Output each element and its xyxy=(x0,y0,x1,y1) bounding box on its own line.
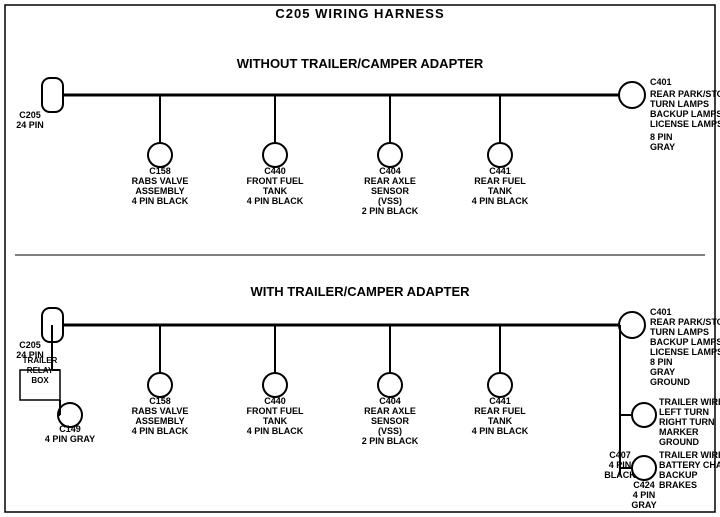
svg-text:C401: C401 xyxy=(650,307,672,317)
svg-text:GRAY: GRAY xyxy=(631,500,656,510)
svg-text:C401: C401 xyxy=(650,77,672,87)
svg-text:4 PIN BLACK: 4 PIN BLACK xyxy=(472,426,529,436)
svg-text:4 PIN BLACK: 4 PIN BLACK xyxy=(247,196,304,206)
svg-text:C404: C404 xyxy=(379,166,401,176)
svg-text:4 PIN BLACK: 4 PIN BLACK xyxy=(132,426,189,436)
svg-text:C158: C158 xyxy=(149,166,171,176)
section1-label: WITHOUT TRAILER/CAMPER ADAPTER xyxy=(237,56,484,71)
svg-text:BACKUP: BACKUP xyxy=(659,470,698,480)
svg-text:ASSEMBLY: ASSEMBLY xyxy=(135,416,184,426)
wiring-diagram: WITHOUT TRAILER/CAMPER ADAPTER C205 24 P… xyxy=(0,0,720,517)
svg-text:GROUND: GROUND xyxy=(650,377,690,387)
svg-text:TANK: TANK xyxy=(488,416,513,426)
svg-text:BACKUP LAMPS: BACKUP LAMPS xyxy=(650,109,720,119)
svg-text:LICENSE LAMPS: LICENSE LAMPS xyxy=(650,119,720,129)
svg-text:C158: C158 xyxy=(149,396,171,406)
svg-text:RABS VALVE: RABS VALVE xyxy=(132,176,189,186)
svg-text:LEFT TURN: LEFT TURN xyxy=(659,407,709,417)
svg-text:8 PIN: 8 PIN xyxy=(650,357,673,367)
svg-text:SENSOR: SENSOR xyxy=(371,186,410,196)
svg-text:C440: C440 xyxy=(264,396,286,406)
svg-text:TANK: TANK xyxy=(263,186,288,196)
svg-text:FRONT FUEL: FRONT FUEL xyxy=(247,176,304,186)
svg-text:TRAILER WIRES: TRAILER WIRES xyxy=(659,397,720,407)
svg-text:ASSEMBLY: ASSEMBLY xyxy=(135,186,184,196)
svg-text:C205: C205 xyxy=(19,110,41,120)
svg-text:24 PIN: 24 PIN xyxy=(16,120,44,130)
svg-text:4 PIN: 4 PIN xyxy=(633,490,656,500)
svg-text:2 PIN BLACK: 2 PIN BLACK xyxy=(362,206,419,216)
svg-text:C404: C404 xyxy=(379,396,401,406)
svg-text:RABS VALVE: RABS VALVE xyxy=(132,406,189,416)
svg-text:TANK: TANK xyxy=(488,186,513,196)
svg-text:(VSS): (VSS) xyxy=(378,196,402,206)
svg-text:BRAKES: BRAKES xyxy=(659,480,697,490)
svg-text:C205: C205 xyxy=(19,340,41,350)
svg-text:C441: C441 xyxy=(489,166,511,176)
svg-text:TURN LAMPS: TURN LAMPS xyxy=(650,99,709,109)
svg-text:TURN LAMPS: TURN LAMPS xyxy=(650,327,709,337)
svg-text:RELAY: RELAY xyxy=(27,366,54,375)
svg-text:GROUND: GROUND xyxy=(659,437,699,447)
svg-text:MARKER: MARKER xyxy=(659,427,699,437)
svg-text:BATTERY CHARGE: BATTERY CHARGE xyxy=(659,460,720,470)
svg-text:REAR FUEL: REAR FUEL xyxy=(474,176,526,186)
svg-text:TRAILER WIRES: TRAILER WIRES xyxy=(659,450,720,460)
svg-text:4 PIN BLACK: 4 PIN BLACK xyxy=(472,196,529,206)
svg-text:(VSS): (VSS) xyxy=(378,426,402,436)
svg-text:RIGHT TURN: RIGHT TURN xyxy=(659,417,715,427)
svg-text:REAR AXLE: REAR AXLE xyxy=(364,176,416,186)
svg-text:4 PIN GRAY: 4 PIN GRAY xyxy=(45,434,95,444)
svg-text:C440: C440 xyxy=(264,166,286,176)
svg-text:C424: C424 xyxy=(633,480,655,490)
svg-text:8 PIN: 8 PIN xyxy=(650,132,673,142)
section2-label: WITH TRAILER/CAMPER ADAPTER xyxy=(250,284,470,299)
svg-text:BOX: BOX xyxy=(31,376,49,385)
svg-text:GRAY: GRAY xyxy=(650,142,675,152)
svg-text:REAR FUEL: REAR FUEL xyxy=(474,406,526,416)
svg-text:REAR AXLE: REAR AXLE xyxy=(364,406,416,416)
page: C205 WIRING HARNESS WITHOUT TRAILER/CAMP… xyxy=(0,0,720,517)
svg-text:C149: C149 xyxy=(59,424,81,434)
svg-text:C407: C407 xyxy=(609,450,631,460)
svg-text:REAR PARK/STOP: REAR PARK/STOP xyxy=(650,317,720,327)
svg-text:4 PIN BLACK: 4 PIN BLACK xyxy=(247,426,304,436)
svg-text:4 PIN BLACK: 4 PIN BLACK xyxy=(132,196,189,206)
svg-text:FRONT FUEL: FRONT FUEL xyxy=(247,406,304,416)
svg-text:SENSOR: SENSOR xyxy=(371,416,410,426)
svg-text:BLACK: BLACK xyxy=(604,470,636,480)
svg-text:REAR PARK/STOP: REAR PARK/STOP xyxy=(650,89,720,99)
svg-text:LICENSE LAMPS: LICENSE LAMPS xyxy=(650,347,720,357)
svg-text:GRAY: GRAY xyxy=(650,367,675,377)
svg-text:2 PIN BLACK: 2 PIN BLACK xyxy=(362,436,419,446)
svg-text:TANK: TANK xyxy=(263,416,288,426)
svg-text:BACKUP LAMPS: BACKUP LAMPS xyxy=(650,337,720,347)
svg-text:C441: C441 xyxy=(489,396,511,406)
